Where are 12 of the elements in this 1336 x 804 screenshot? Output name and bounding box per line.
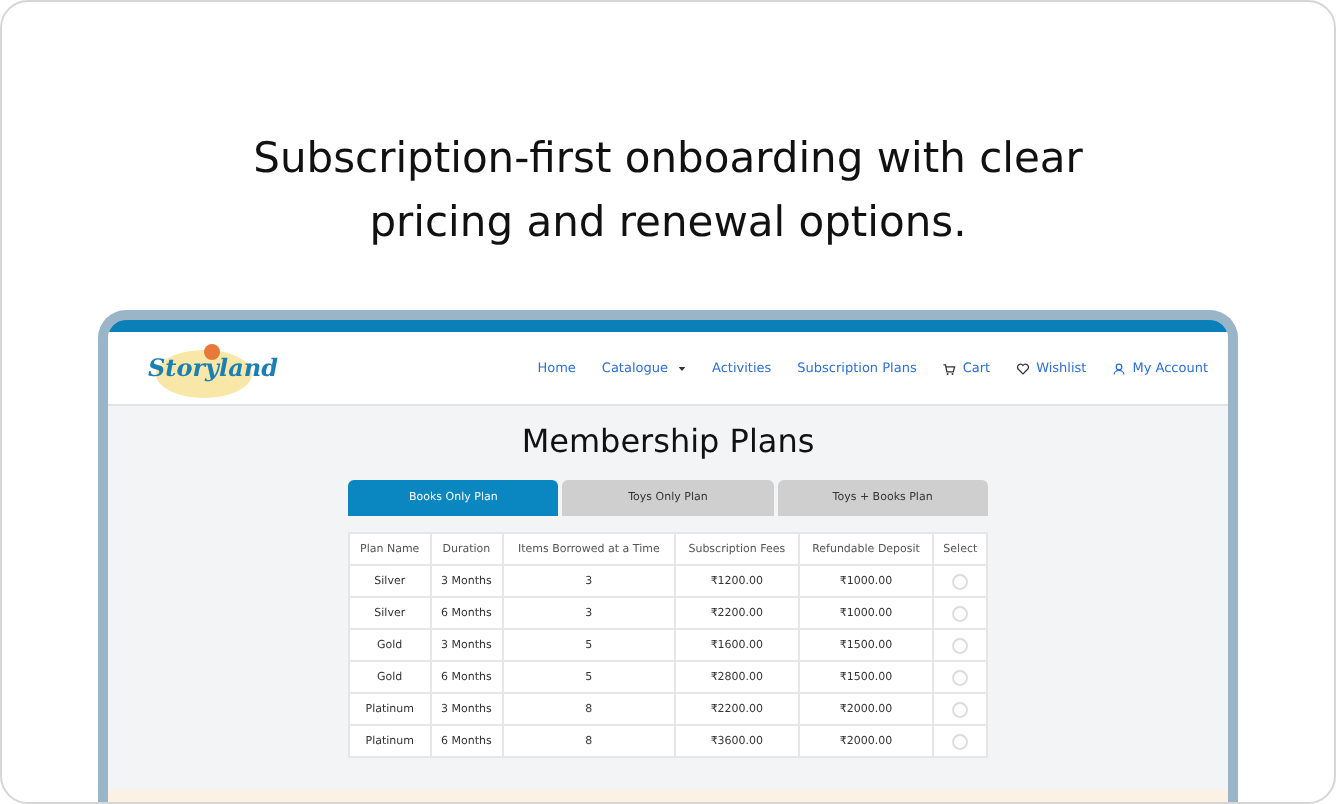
cart-icon xyxy=(942,361,957,375)
select-radio[interactable] xyxy=(952,637,969,653)
caret-icon xyxy=(678,365,686,371)
select-radio[interactable] xyxy=(952,733,969,749)
user-icon xyxy=(1112,361,1127,375)
headline: Subscription-first onboarding with clear pricing and renewal options. xyxy=(251,132,1085,250)
heart-icon xyxy=(1016,361,1031,375)
select-radio[interactable] xyxy=(952,669,969,685)
select-radio[interactable] xyxy=(952,701,969,717)
select-radio[interactable] xyxy=(952,605,969,621)
page-title: Membership Plans xyxy=(521,422,815,460)
select-radio[interactable] xyxy=(952,573,969,589)
